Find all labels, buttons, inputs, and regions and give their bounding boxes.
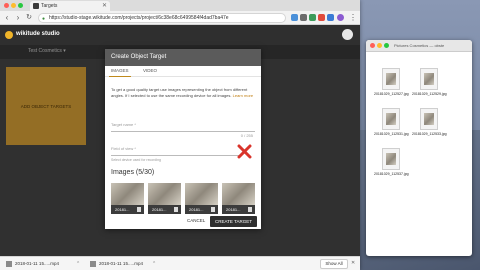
trash-icon[interactable]: [137, 207, 141, 212]
browser-toolbar: ‹ › ↻ ● https://studio-stage.wikitude.co…: [0, 11, 360, 25]
finder-window: Pictures Cosmetics — obste 20181029_1125…: [366, 40, 472, 256]
forward-icon[interactable]: ›: [13, 13, 23, 23]
file-name: 20181029_112537.jpg: [374, 172, 409, 176]
image-file-icon: [382, 108, 400, 130]
wikitude-logo-icon: [5, 31, 13, 39]
target-name-placeholder: Target name *: [111, 122, 136, 127]
dialog-tabs: IMAGES VIDEO: [105, 66, 261, 77]
brand-name: wikitude studio: [16, 31, 60, 37]
thumbnail-image: [185, 183, 218, 205]
reload-icon[interactable]: ↻: [24, 13, 34, 23]
tab-favicon-icon: [33, 3, 39, 9]
extension-icon[interactable]: [318, 14, 325, 21]
user-avatar[interactable]: [342, 29, 353, 40]
download-label: 2018-01-11 15.....mp4: [15, 261, 59, 266]
download-item[interactable]: 2018-01-11 15.....mp4: [90, 259, 143, 269]
browser-tab[interactable]: Targets ✕: [30, 1, 110, 11]
profile-avatar[interactable]: [337, 14, 344, 21]
close-window-button[interactable]: [370, 43, 375, 48]
thumbnail-name: 20181...: [226, 207, 241, 212]
cancel-button[interactable]: CANCEL: [187, 218, 205, 223]
menu-icon[interactable]: ⋮: [348, 13, 358, 23]
trash-icon[interactable]: [248, 207, 252, 212]
video-file-icon: [6, 261, 12, 267]
image-file-icon: [420, 108, 438, 130]
learn-more-link[interactable]: Learn more: [233, 93, 253, 98]
app-header: wikitude studio: [0, 25, 360, 45]
thumbnail-name: 20181...: [189, 207, 204, 212]
finder-title: Pictures Cosmetics — obste: [394, 43, 445, 48]
video-file-icon: [90, 261, 96, 267]
address-url: https://studio-stage.wikitude.com/projec…: [49, 15, 229, 21]
file-item[interactable]: 20181029_112537.jpg: [374, 148, 409, 184]
file-item[interactable]: 20181029_112531.jpg: [374, 108, 409, 144]
download-item[interactable]: 2018-01-11 15.....mp4: [6, 259, 59, 269]
image-thumbnail[interactable]: 20181...: [111, 183, 144, 214]
tab-close-icon[interactable]: ✕: [102, 1, 107, 11]
finder-titlebar: Pictures Cosmetics — obste: [366, 40, 472, 52]
show-all-button[interactable]: Show All: [320, 259, 348, 269]
dialog-title: Create Object Target: [105, 49, 261, 66]
dialog-description: To get a good quality target use images …: [111, 87, 255, 98]
image-thumbnail[interactable]: 20181...: [185, 183, 218, 214]
minimize-window-button[interactable]: [377, 43, 382, 48]
image-thumbnails: 20181... 20181... 20181... 20181...: [111, 183, 257, 215]
name-char-counter: 0 / 255: [240, 133, 253, 138]
thumbnail-image: [111, 183, 144, 205]
error-x-icon: [237, 144, 252, 159]
trash-icon[interactable]: [211, 207, 215, 212]
field-of-view-select[interactable]: Field of view *: [111, 146, 239, 156]
minimize-window-button[interactable]: [11, 3, 16, 8]
lock-icon: ●: [42, 16, 46, 22]
image-file-icon: [420, 68, 438, 90]
file-name: 20181029_112529.jpg: [412, 92, 447, 96]
tab-images[interactable]: IMAGES: [111, 68, 129, 73]
description-text: To get a good quality target use images …: [111, 87, 248, 98]
create-target-button[interactable]: CREATE TARGET: [210, 216, 257, 227]
image-file-icon: [382, 148, 400, 170]
file-name: 20181029_112533.jpg: [412, 132, 447, 136]
browser-window: Targets ✕ ‹ › ↻ ● https://studio-stage.w…: [0, 0, 360, 270]
close-icon[interactable]: ✕: [351, 260, 355, 266]
tab-video[interactable]: VIDEO: [143, 68, 157, 73]
thumbnail-image: [148, 183, 181, 205]
field-helper-text: Select device used for recording: [111, 158, 161, 162]
file-name: 20181029_112527.jpg: [374, 92, 409, 96]
image-thumbnail[interactable]: 20181...: [222, 183, 255, 214]
back-icon[interactable]: ‹: [2, 13, 12, 23]
thumbnail-name: 20181...: [152, 207, 167, 212]
active-tab-indicator: [109, 76, 131, 77]
thumbnail-image: [222, 183, 255, 205]
extension-icon[interactable]: [327, 14, 334, 21]
field-of-view-placeholder: Field of view *: [111, 146, 136, 151]
file-item[interactable]: 20181029_112529.jpg: [412, 68, 447, 104]
trash-icon[interactable]: [174, 207, 178, 212]
image-thumbnail[interactable]: 20181...: [148, 183, 181, 214]
tab-bar: Targets ✕: [0, 0, 360, 11]
tab-title: Targets: [41, 3, 58, 9]
new-tab-button[interactable]: [113, 0, 123, 11]
file-item[interactable]: 20181029_112527.jpg: [374, 68, 409, 104]
target-name-field[interactable]: Target name *: [111, 122, 255, 132]
chevron-up-icon[interactable]: ⌃: [152, 259, 156, 269]
extension-icon[interactable]: [309, 14, 316, 21]
extension-icon[interactable]: [300, 14, 307, 21]
file-item[interactable]: 20181029_112533.jpg: [412, 108, 447, 144]
create-object-target-dialog: Create Object Target IMAGES VIDEO To get…: [105, 49, 261, 229]
zoom-window-button[interactable]: [18, 3, 23, 8]
downloads-bar: 2018-01-11 15.....mp4 ⌃ 2018-01-11 15...…: [0, 256, 360, 270]
chevron-up-icon[interactable]: ⌃: [76, 259, 80, 269]
address-bar[interactable]: ● https://studio-stage.wikitude.com/proj…: [38, 13, 286, 23]
extension-icon[interactable]: [291, 14, 298, 21]
close-window-button[interactable]: [4, 3, 9, 8]
thumbnail-name: 20181...: [115, 207, 130, 212]
dialog-actions: CANCEL CREATE TARGET: [105, 215, 261, 229]
download-label: 2018-01-11 15.....mp4: [99, 261, 143, 266]
image-file-icon: [382, 68, 400, 90]
file-name: 20181029_112531.jpg: [374, 132, 409, 136]
images-heading: Images (5/30): [111, 169, 155, 176]
zoom-window-button[interactable]: [384, 43, 389, 48]
